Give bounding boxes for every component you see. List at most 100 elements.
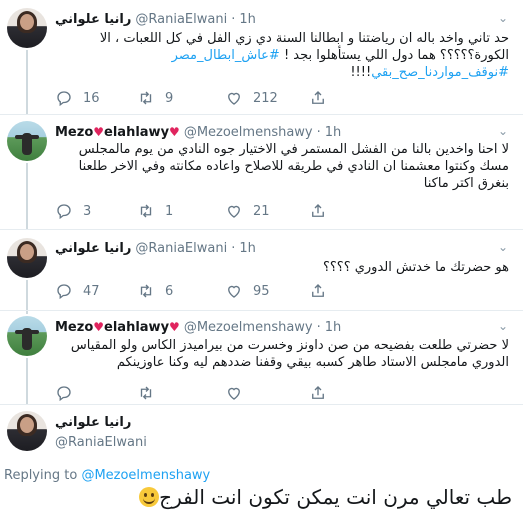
like-button[interactable] <box>225 383 253 403</box>
tweet-text: هو حضرتك ما خدتش الدوري ؟؟؟؟ <box>323 260 509 275</box>
reply-icon <box>57 284 71 300</box>
timestamp[interactable]: 1h <box>325 125 342 140</box>
reply-button[interactable]: 16 <box>55 88 100 108</box>
display-name[interactable]: Mezo♥elahlawy♥ <box>55 125 180 140</box>
retweet-count: 6 <box>165 283 174 299</box>
share-icon <box>312 91 324 104</box>
like-count: 95 <box>253 283 270 299</box>
hashtag-link[interactable]: #عاش_ابطال_مصر <box>172 48 280 63</box>
like-icon <box>228 387 240 400</box>
divider <box>0 114 523 115</box>
thread-line <box>26 358 28 404</box>
tweet-text-tail: !!!! <box>350 65 372 80</box>
display-name-part: Mezo <box>55 319 94 335</box>
divider <box>0 404 523 405</box>
display-name[interactable]: رانيا علواني <box>55 415 131 430</box>
retweet-icon <box>140 204 152 218</box>
display-name-part: elahlawy <box>104 124 170 140</box>
display-name-part: Mezo <box>55 124 94 140</box>
tweet-header: رانيا علواني @RaniaElwani · 1h <box>55 239 256 257</box>
avatar[interactable] <box>7 411 47 451</box>
retweet-count: 1 <box>165 203 174 219</box>
composer-handle-row: @RaniaElwani <box>55 433 147 451</box>
reply-count: 47 <box>83 283 100 299</box>
chevron-down-icon[interactable]: ⌄ <box>497 125 509 137</box>
heart-emoji: ♥ <box>93 124 105 139</box>
timestamp[interactable]: 1h <box>325 320 342 335</box>
tweet-actions: 47 6 95 <box>55 281 324 301</box>
handle[interactable]: @RaniaElwani <box>135 12 227 27</box>
retweet-count: 9 <box>165 90 174 106</box>
avatar[interactable] <box>7 316 47 356</box>
tweet-text-body: حد تاني واخد باله ان رياضتنا و ابطالنا ا… <box>99 31 509 63</box>
handle[interactable]: @Mezoelmenshawy <box>184 320 313 335</box>
tweet-text: حد تاني واخد باله ان رياضتنا و ابطالنا ا… <box>55 30 509 81</box>
share-icon <box>312 284 324 297</box>
avatar[interactable] <box>7 121 47 161</box>
share-button[interactable] <box>309 88 337 108</box>
tweet-header: Mezo♥elahlawy♥ @Mezoelmenshawy · 1h <box>55 318 341 336</box>
like-button[interactable]: 212 <box>225 88 278 108</box>
reply-icon <box>57 386 71 402</box>
reply-button[interactable]: 47 <box>55 281 100 301</box>
retweet-button[interactable] <box>137 383 165 403</box>
timestamp[interactable]: 1h <box>239 12 256 27</box>
handle[interactable]: @RaniaElwani <box>135 241 227 256</box>
reply-button[interactable] <box>55 383 83 403</box>
tweet-header: Mezo♥elahlawy♥ @Mezoelmenshawy · 1h <box>55 123 341 141</box>
heart-emoji: ♥ <box>169 319 180 334</box>
share-button[interactable] <box>309 281 337 301</box>
share-icon <box>312 386 324 399</box>
retweet-button[interactable]: 6 <box>137 281 173 301</box>
grinning-face-emoji-icon <box>139 487 160 507</box>
tweet-actions <box>55 383 324 403</box>
heart-emoji: ♥ <box>169 124 180 139</box>
reply-text: طب تعالي مرن انت يمكن تكون انت الفرج <box>132 483 512 511</box>
like-icon <box>228 205 240 218</box>
reply-count: 3 <box>83 203 92 219</box>
tweet-text: لا احنا واخدين بالنا من الفشل المستمر في… <box>78 142 509 191</box>
hashtag-link[interactable]: #نوقف_مواردنا_صح_بقي <box>371 65 509 80</box>
composer-header: رانيا علواني <box>55 413 131 431</box>
display-name-part: elahlawy <box>104 319 170 335</box>
like-count: 212 <box>253 90 278 106</box>
replying-to-handle[interactable]: @Mezoelmenshawy <box>81 468 210 483</box>
thread-line <box>26 50 28 115</box>
reply-button[interactable]: 3 <box>55 201 91 221</box>
share-button[interactable] <box>309 201 337 221</box>
avatar[interactable] <box>7 8 47 48</box>
retweet-button[interactable]: 1 <box>137 201 173 221</box>
separator-dot: · <box>316 319 321 335</box>
replying-to-label: Replying to <box>4 468 78 483</box>
like-button[interactable]: 95 <box>225 281 270 301</box>
display-name[interactable]: رانيا علواني <box>55 241 131 256</box>
like-icon <box>228 92 240 105</box>
retweet-icon <box>140 284 152 298</box>
chevron-down-icon[interactable]: ⌄ <box>497 320 509 332</box>
like-button[interactable]: 21 <box>225 201 270 221</box>
reply-icon <box>57 204 71 220</box>
replying-to: Replying to @Mezoelmenshawy <box>4 468 210 483</box>
chevron-down-icon[interactable]: ⌄ <box>497 12 509 24</box>
tweet-text: لا حضرتي طلعت بفضيحه من صن داونز وخسرت م… <box>70 338 509 370</box>
tweet-actions: 3 1 21 <box>55 201 324 221</box>
display-name[interactable]: رانيا علواني <box>55 12 131 27</box>
share-button[interactable] <box>309 383 337 403</box>
timestamp[interactable]: 1h <box>239 241 256 256</box>
like-count: 21 <box>253 203 270 219</box>
thread-line <box>26 280 28 314</box>
handle[interactable]: @RaniaElwani <box>55 435 147 450</box>
separator-dot: · <box>231 11 236 27</box>
separator-dot: · <box>316 124 321 140</box>
separator-dot: · <box>231 240 236 256</box>
avatar[interactable] <box>7 238 47 278</box>
tweet-header: رانيا علواني @RaniaElwani · 1h <box>55 10 256 28</box>
display-name[interactable]: Mezo♥elahlawy♥ <box>55 320 180 335</box>
retweet-button[interactable]: 9 <box>137 88 173 108</box>
divider <box>0 310 523 311</box>
handle[interactable]: @Mezoelmenshawy <box>184 125 313 140</box>
reply-count: 16 <box>83 90 100 106</box>
chevron-down-icon[interactable]: ⌄ <box>497 241 509 253</box>
retweet-icon <box>140 386 152 400</box>
retweet-icon <box>140 91 152 105</box>
